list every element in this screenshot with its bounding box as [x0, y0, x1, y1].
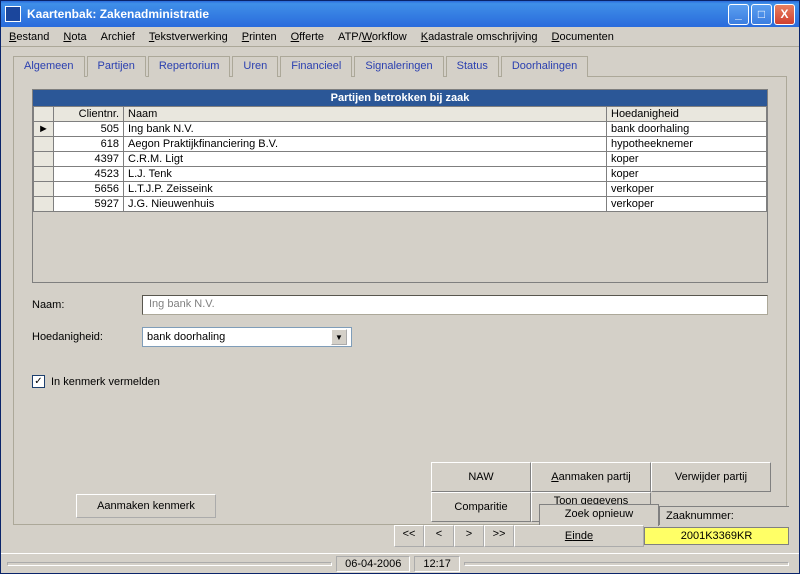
nav-first-button[interactable]: <<: [394, 525, 424, 547]
status-date: 06-04-2006: [336, 556, 410, 572]
zoek-opnieuw-button[interactable]: Zoek opnieuw: [539, 504, 659, 526]
table-row[interactable]: 4523 L.J. Tenk koper: [34, 167, 767, 182]
status-time: 12:17: [414, 556, 460, 572]
zaaknummer-value[interactable]: 2001K3369KR: [644, 527, 789, 545]
in-kenmerk-checkbox[interactable]: ✓: [32, 375, 45, 388]
naam-label: Naam:: [32, 299, 142, 311]
grid-empty-area: [33, 212, 767, 282]
menu-offerte[interactable]: Offerte: [291, 31, 324, 43]
chevron-down-icon[interactable]: ▼: [331, 329, 347, 345]
tab-uren[interactable]: Uren: [232, 56, 278, 77]
table-row[interactable]: 5656 L.T.J.P. Zeisseink verkoper: [34, 182, 767, 197]
minimize-button[interactable]: _: [728, 4, 749, 25]
zaaknummer-label: Zaaknummer:: [659, 506, 789, 525]
einde-button[interactable]: Einde: [514, 525, 644, 547]
menu-atpw[interactable]: ATP/Workflow: [338, 31, 407, 43]
footer-bar: Zoek opnieuw Zaaknummer: << < > >> Einde…: [1, 500, 799, 553]
titlebar: Kaartenbak: Zakenadministratie _ □ X: [1, 1, 799, 27]
menu-archief[interactable]: Archief: [101, 31, 135, 43]
app-icon: [5, 6, 21, 22]
table-row[interactable]: 5927 J.G. Nieuwenhuis verkoper: [34, 197, 767, 212]
menu-printen[interactable]: Printen: [242, 31, 277, 43]
hoedanigheid-select[interactable]: bank doorhaling ▼: [142, 327, 352, 347]
grid-rowselector-header: [34, 107, 54, 122]
statusbar: 06-04-2006 12:17: [1, 553, 799, 573]
naam-field[interactable]: Ing bank N.V.: [142, 295, 768, 315]
table-row[interactable]: 618 Aegon Praktijkfinanciering B.V. hypo…: [34, 137, 767, 152]
verwijder-partij-button[interactable]: Verwijder partij: [651, 462, 771, 492]
tab-signaleringen[interactable]: Signaleringen: [354, 56, 443, 77]
menubar: Bestand Nota Archief Tekstverwerking Pri…: [1, 27, 799, 47]
tab-body: Partijen betrokken bij zaak Clientnr. Na…: [13, 77, 787, 525]
menu-tekstverwerking[interactable]: Tekstverwerking: [149, 31, 228, 43]
menu-kadastrale[interactable]: Kadastrale omschrijving: [421, 31, 538, 43]
grid-title: Partijen betrokken bij zaak: [33, 90, 767, 106]
maximize-button[interactable]: □: [751, 4, 772, 25]
naw-button[interactable]: NAW: [431, 462, 531, 492]
tab-repertorium[interactable]: Repertorium: [148, 56, 231, 77]
nav-next-button[interactable]: >: [454, 525, 484, 547]
table-row[interactable]: 4397 C.R.M. Ligt koper: [34, 152, 767, 167]
menu-nota[interactable]: Nota: [63, 31, 86, 43]
in-kenmerk-label: In kenmerk vermelden: [51, 376, 160, 388]
grid-col-hoed[interactable]: Hoedanigheid: [607, 107, 767, 122]
hoedanigheid-label: Hoedanigheid:: [32, 331, 142, 343]
window-title: Kaartenbak: Zakenadministratie: [27, 7, 209, 21]
hoedanigheid-value: bank doorhaling: [147, 331, 225, 343]
tab-partijen[interactable]: Partijen: [87, 56, 146, 77]
parties-grid[interactable]: Partijen betrokken bij zaak Clientnr. Na…: [32, 89, 768, 283]
grid-col-client[interactable]: Clientnr.: [54, 107, 124, 122]
tab-status[interactable]: Status: [446, 56, 499, 77]
tab-financieel[interactable]: Financieel: [280, 56, 352, 77]
status-left: [7, 562, 332, 566]
menu-documenten[interactable]: Documenten: [552, 31, 614, 43]
grid-col-naam[interactable]: Naam: [124, 107, 607, 122]
status-right: [464, 562, 789, 566]
close-button[interactable]: X: [774, 4, 795, 25]
tab-doorhalingen[interactable]: Doorhalingen: [501, 56, 588, 77]
nav-prev-button[interactable]: <: [424, 525, 454, 547]
menu-bestand[interactable]: Bestand: [9, 31, 49, 43]
tab-algemeen[interactable]: Algemeen: [13, 56, 85, 77]
tabs: Algemeen Partijen Repertorium Uren Finan…: [13, 55, 787, 77]
nav-last-button[interactable]: >>: [484, 525, 514, 547]
table-row[interactable]: ► 505 Ing bank N.V. bank doorhaling: [34, 122, 767, 137]
row-marker-icon: ►: [34, 122, 54, 137]
aanmaken-partij-button[interactable]: Aanmaken partij: [531, 462, 651, 492]
